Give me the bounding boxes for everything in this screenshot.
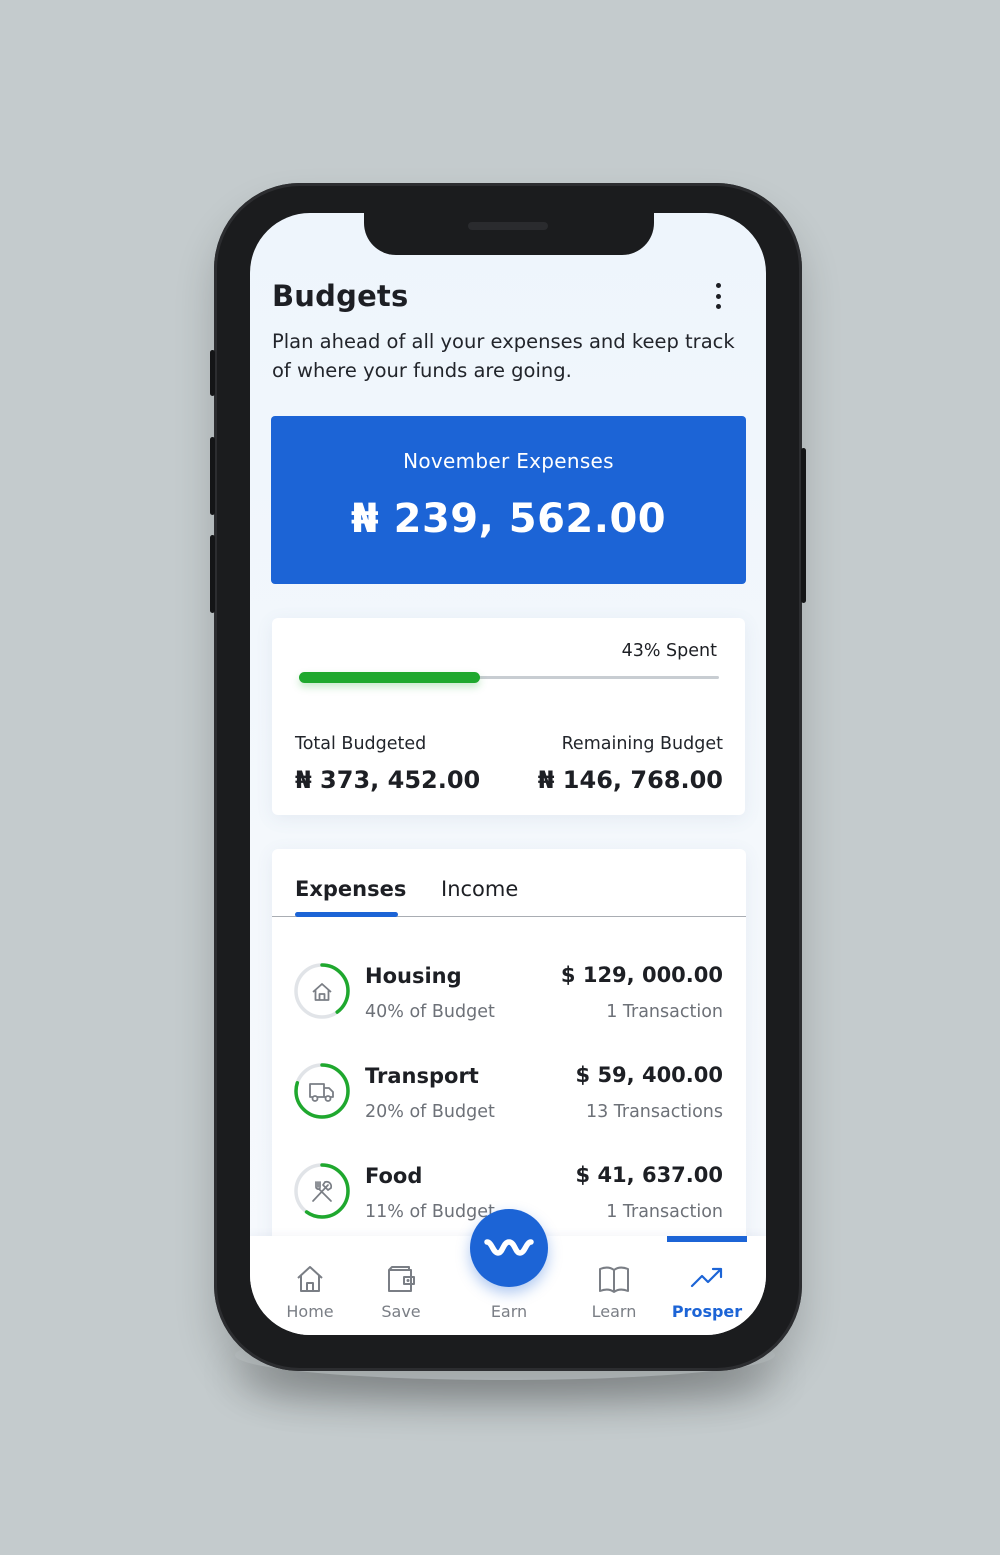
nav-learn[interactable]: Learn [569, 1236, 659, 1335]
nav-label: Earn [490, 1302, 528, 1321]
nav-label: Prosper [671, 1302, 743, 1321]
total-budgeted-value: ₦ 373, 452.00 [295, 766, 481, 794]
nav-label: Save [381, 1302, 421, 1321]
category-percent: 20% of Budget [365, 1102, 495, 1122]
truck-icon [294, 1063, 350, 1119]
category-transactions: 13 Transactions [585, 1102, 723, 1122]
budget-progress-card: 43% Spent Total Budgeted ₦ 373, 452.00 R… [272, 618, 745, 815]
category-name: Housing [365, 964, 462, 988]
total-budgeted-label: Total Budgeted [295, 734, 427, 754]
more-vertical-icon[interactable] [710, 281, 726, 311]
earn-logo-icon [484, 1239, 534, 1256]
tab-income[interactable]: Income [441, 877, 518, 901]
nav-label: Home [286, 1302, 334, 1321]
nav-prosper[interactable]: Prosper [662, 1236, 752, 1335]
monthly-expenses-amount: ₦ 239, 562.00 [350, 496, 667, 542]
category-name: Transport [365, 1064, 479, 1088]
active-tab-indicator [295, 912, 398, 917]
category-amount: $ 129, 000.00 [560, 963, 723, 987]
house-icon [294, 963, 350, 1019]
total-budgeted: Total Budgeted ₦ 373, 452.00 [295, 734, 480, 794]
remaining-budget-value: ₦ 146, 768.00 [537, 766, 723, 794]
wallet-icon [388, 1266, 415, 1292]
remaining-budget: Remaining Budget ₦ 146, 768.00 [538, 734, 723, 794]
category-row-housing[interactable]: Housing 40% of Budget $ 129, 000.00 1 Tr… [272, 961, 746, 1041]
active-nav-indicator [667, 1236, 747, 1242]
spent-percentage: 43% Spent [621, 641, 717, 661]
remaining-budget-label: Remaining Budget [561, 734, 723, 754]
category-transactions: 1 Transaction [606, 1002, 723, 1022]
category-row-transport[interactable]: Transport 20% of Budget $ 59, 400.00 13 … [272, 1061, 746, 1141]
monthly-expenses-card[interactable]: November Expenses ₦ 239, 562.00 [271, 416, 746, 584]
earn-action-button[interactable] [470, 1209, 548, 1287]
category-percent: 11% of Budget [365, 1202, 495, 1222]
notch [364, 213, 654, 255]
nav-label: Learn [591, 1302, 637, 1321]
monthly-expenses-label: November Expenses [403, 449, 614, 473]
book-icon [599, 1266, 629, 1293]
page-subtitle: Plan ahead of all your expenses and keep… [272, 330, 735, 382]
budget-progress-fill [299, 672, 480, 683]
category-percent: 40% of Budget [365, 1002, 495, 1022]
page-title: Budgets [272, 279, 409, 313]
home-icon [297, 1266, 323, 1292]
trending-up-icon [690, 1267, 723, 1288]
category-amount: $ 59, 400.00 [575, 1063, 723, 1087]
category-name: Food [365, 1164, 423, 1188]
tab-expenses[interactable]: Expenses [295, 877, 406, 901]
category-amount: $ 41, 637.00 [575, 1163, 723, 1187]
app-screen: Budgets Plan ahead of all your expenses … [250, 213, 766, 1335]
nav-save[interactable]: Save [356, 1236, 446, 1335]
categories-card: Expenses Income Housing 40% of Budget $ … [272, 849, 746, 1269]
nav-home[interactable]: Home [265, 1236, 355, 1335]
budget-progress-bar [299, 672, 719, 683]
fork-knife-icon [294, 1163, 350, 1219]
tab-bar: Expenses Income [272, 849, 746, 917]
category-transactions: 1 Transaction [606, 1202, 723, 1222]
